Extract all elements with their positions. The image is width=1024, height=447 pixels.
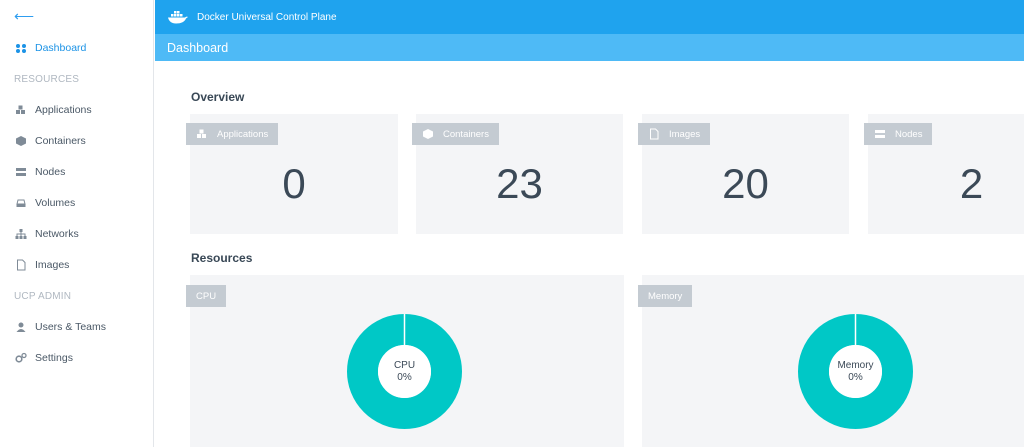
server-icon bbox=[874, 128, 886, 140]
user-icon bbox=[15, 321, 27, 333]
overview-heading: Overview bbox=[191, 90, 245, 104]
cpu-donut[interactable]: CPU 0% bbox=[347, 314, 462, 429]
docker-whale-icon[interactable] bbox=[167, 9, 189, 25]
sidebar-item-nodes[interactable]: Nodes bbox=[0, 161, 154, 183]
ucp-admin-section-header: UCP ADMIN bbox=[14, 291, 72, 302]
file-icon bbox=[15, 259, 27, 271]
sidebar-item-containers[interactable]: Containers bbox=[0, 130, 154, 152]
cpu-center-label: CPU bbox=[393, 360, 416, 371]
memory-center-label: Memory bbox=[837, 360, 874, 371]
server-icon bbox=[15, 166, 27, 178]
sidebar-item-label: Images bbox=[35, 259, 70, 271]
containers-tag-label: Containers bbox=[443, 128, 489, 140]
cube-icon bbox=[422, 128, 434, 140]
nodes-tag-label: Nodes bbox=[895, 128, 923, 140]
sidebar-item-volumes[interactable]: Volumes bbox=[0, 192, 154, 214]
cubes-icon bbox=[196, 128, 208, 140]
gears-icon bbox=[15, 352, 27, 364]
sitemap-icon bbox=[15, 228, 27, 240]
cpu-percent: 0% bbox=[397, 372, 412, 383]
cubes-icon bbox=[15, 104, 27, 116]
containers-count: 23 bbox=[496, 160, 543, 207]
sidebar-item-label: Dashboard bbox=[35, 42, 87, 54]
sidebar-item-label: Networks bbox=[35, 228, 79, 240]
memory-donut[interactable]: Memory 0% bbox=[798, 314, 913, 429]
resources-heading: Resources bbox=[191, 251, 253, 265]
resources-section-header: RESOURCES bbox=[14, 74, 80, 85]
nodes-count: 2 bbox=[959, 160, 984, 207]
dashboard-icon bbox=[15, 42, 27, 54]
app-title: Docker Universal Control Plane bbox=[197, 11, 337, 23]
sidebar-item-dashboard[interactable]: Dashboard bbox=[0, 37, 154, 59]
sidebar-item-users-teams[interactable]: Users & Teams bbox=[0, 316, 154, 338]
file-icon bbox=[648, 128, 660, 140]
top-bar: Docker Universal Control Plane bbox=[155, 0, 1024, 34]
images-tag-label: Images bbox=[669, 128, 701, 140]
images-tag: Images bbox=[638, 123, 711, 145]
sidebar-item-label: Applications bbox=[35, 104, 92, 116]
sidebar-item-settings[interactable]: Settings bbox=[0, 347, 154, 369]
sidebar-item-label: Nodes bbox=[35, 166, 66, 178]
sidebar-item-images[interactable]: Images bbox=[0, 254, 154, 276]
memory-tag: Memory bbox=[638, 285, 693, 307]
sidebar-item-label: Containers bbox=[35, 135, 86, 147]
memory-percent: 0% bbox=[848, 372, 863, 383]
cpu-tag: CPU bbox=[186, 285, 227, 307]
sidebar-item-label: Users & Teams bbox=[35, 321, 106, 333]
cpu-tag-label: CPU bbox=[196, 290, 217, 302]
page-header-bar: Dashboard bbox=[155, 34, 1024, 61]
sidebar-item-networks[interactable]: Networks bbox=[0, 223, 154, 245]
applications-tag: Applications bbox=[186, 123, 279, 145]
sidebar-item-label: Settings bbox=[35, 352, 73, 364]
memory-tag-label: Memory bbox=[648, 290, 683, 302]
images-count: 20 bbox=[722, 160, 769, 207]
containers-tag: Containers bbox=[412, 123, 499, 145]
sidebar: ⟵ Dashboard RESOURCES Applications Conta… bbox=[0, 0, 154, 447]
page-title: Dashboard bbox=[167, 40, 229, 55]
hdd-icon bbox=[15, 197, 27, 209]
nodes-tag: Nodes bbox=[864, 123, 933, 145]
back-arrow-icon[interactable]: ⟵ bbox=[14, 8, 34, 25]
sidebar-item-label: Volumes bbox=[35, 197, 76, 209]
sidebar-item-applications[interactable]: Applications bbox=[0, 99, 154, 121]
applications-tag-label: Applications bbox=[217, 128, 269, 140]
cube-icon bbox=[15, 135, 27, 147]
applications-count: 0 bbox=[282, 160, 306, 207]
